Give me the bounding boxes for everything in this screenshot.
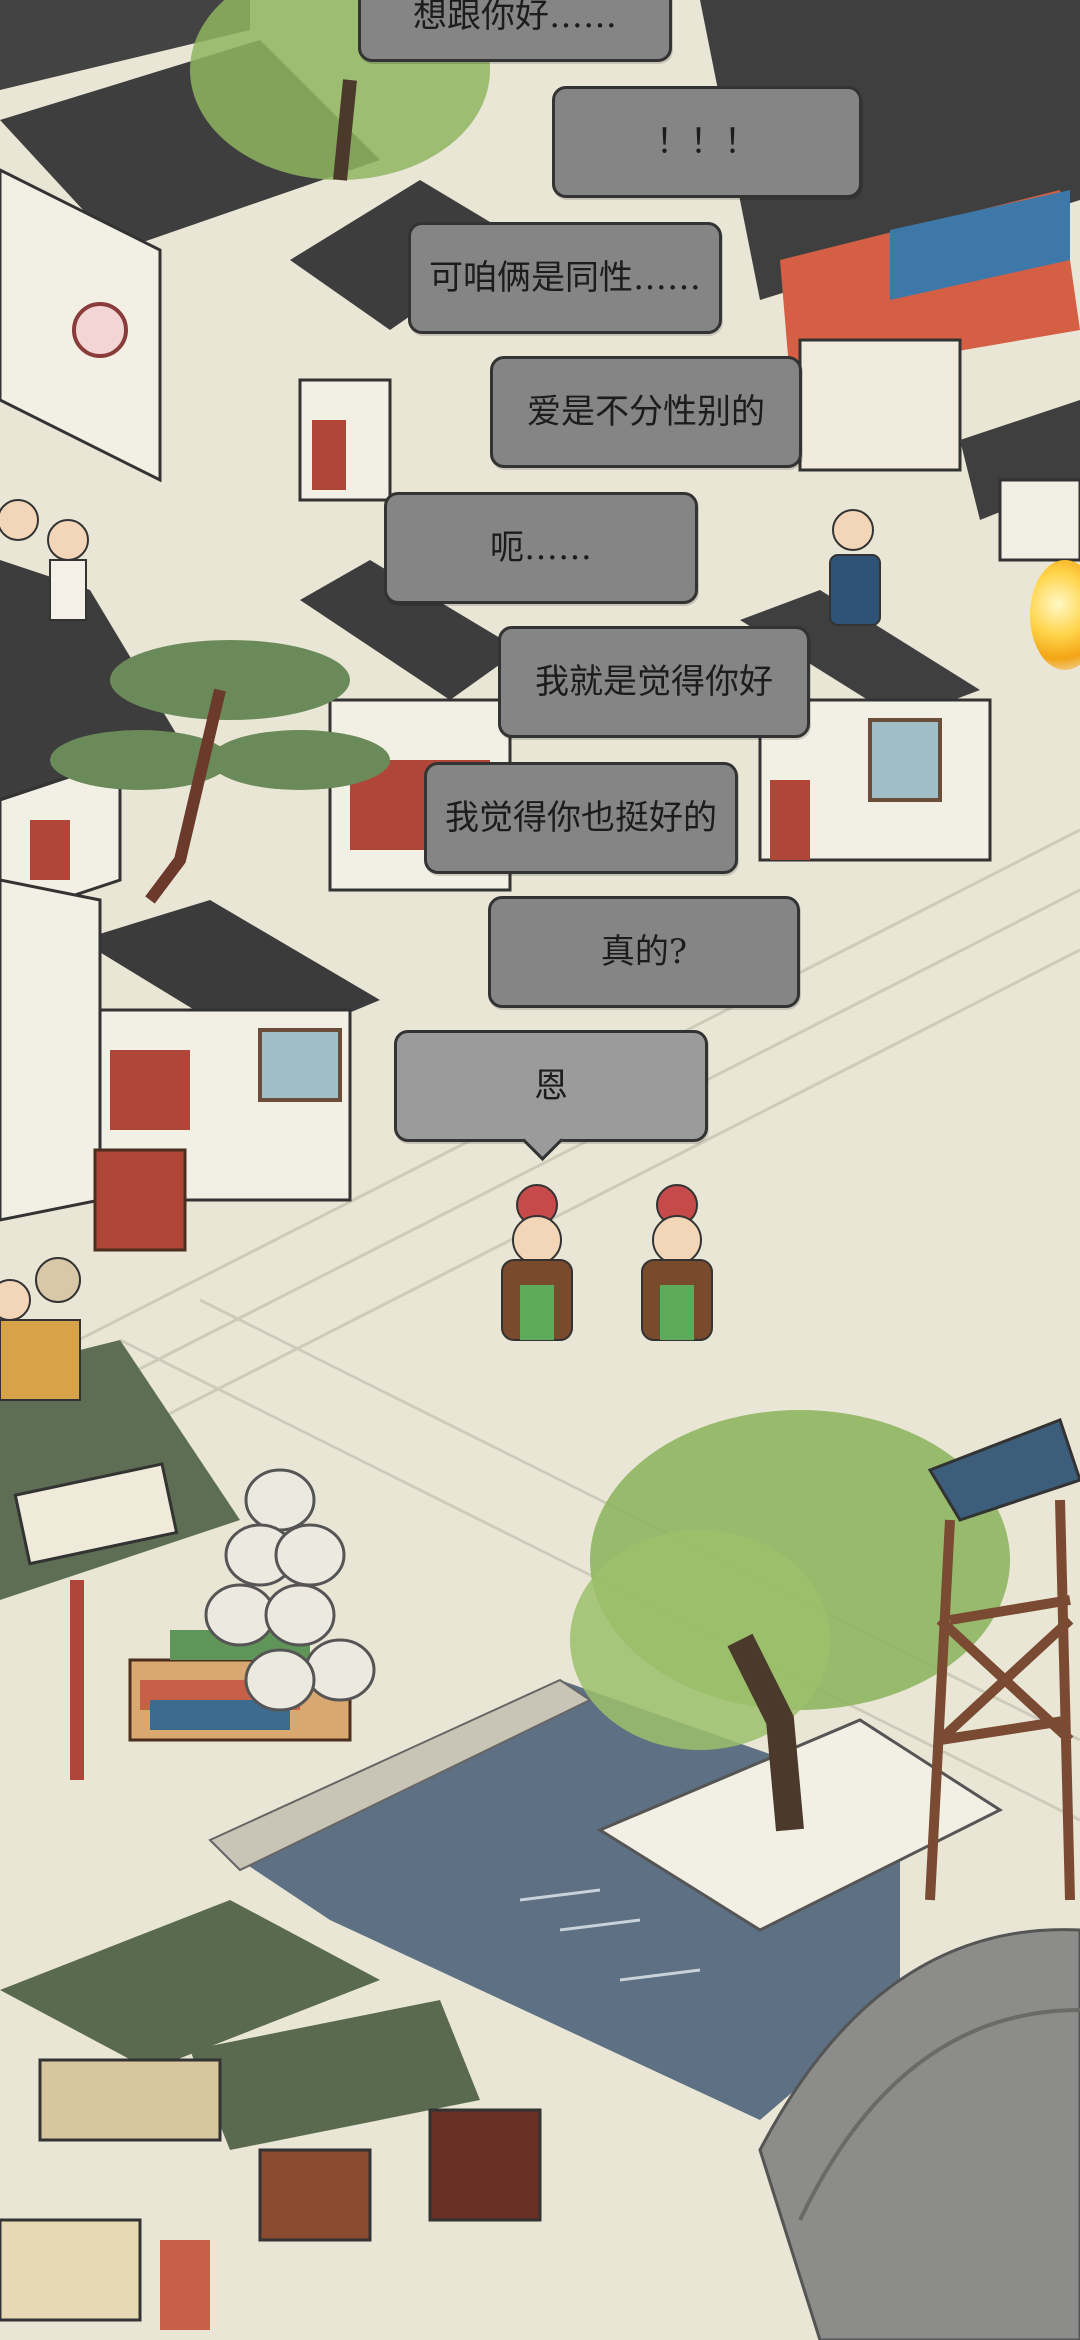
dialogue-bubble-4: 爱是不分性别的 (490, 356, 802, 468)
npc-lady-right (641, 1184, 713, 1341)
dialogue-bubble-1: 想跟你好…… (358, 0, 672, 62)
dialogue-text: 爱是不分性别的 (527, 392, 765, 432)
dialogue-text: 呃…… (490, 528, 592, 568)
dialogue-text: 恩 (534, 1066, 568, 1106)
dialogue-bubble-9: 恩 (394, 1030, 708, 1142)
dialogue-text: 我就是觉得你好 (535, 662, 773, 702)
house-lower-left (0, 878, 380, 1252)
npc-lady-left (501, 1184, 573, 1341)
villagers-lower-left (0, 1257, 81, 1401)
dialogue-text: 想跟你好…… (413, 0, 617, 36)
house-right (960, 400, 1080, 562)
dialogue-bubble-3: 可咱俩是同性…… (408, 222, 722, 334)
dialogue-text: 可咱俩是同性…… (429, 258, 701, 298)
dialogue-text: 我觉得你也挺好的 (445, 798, 717, 838)
dialogue-bubble-7: 我觉得你也挺好的 (424, 762, 738, 874)
dialogue-bubble-8: 真的? (488, 896, 800, 1008)
game-scene (0, 0, 1080, 2340)
dialogue-bubble-6: 我就是觉得你好 (498, 626, 810, 738)
dialogue-bubble-5: 呃…… (384, 492, 698, 604)
dialogue-text: 真的? (600, 932, 688, 972)
villager-man-blue (829, 509, 881, 626)
dialogue-bubble-2: ！！！ (552, 86, 862, 198)
dialogue-text: ！！！ (656, 122, 758, 162)
